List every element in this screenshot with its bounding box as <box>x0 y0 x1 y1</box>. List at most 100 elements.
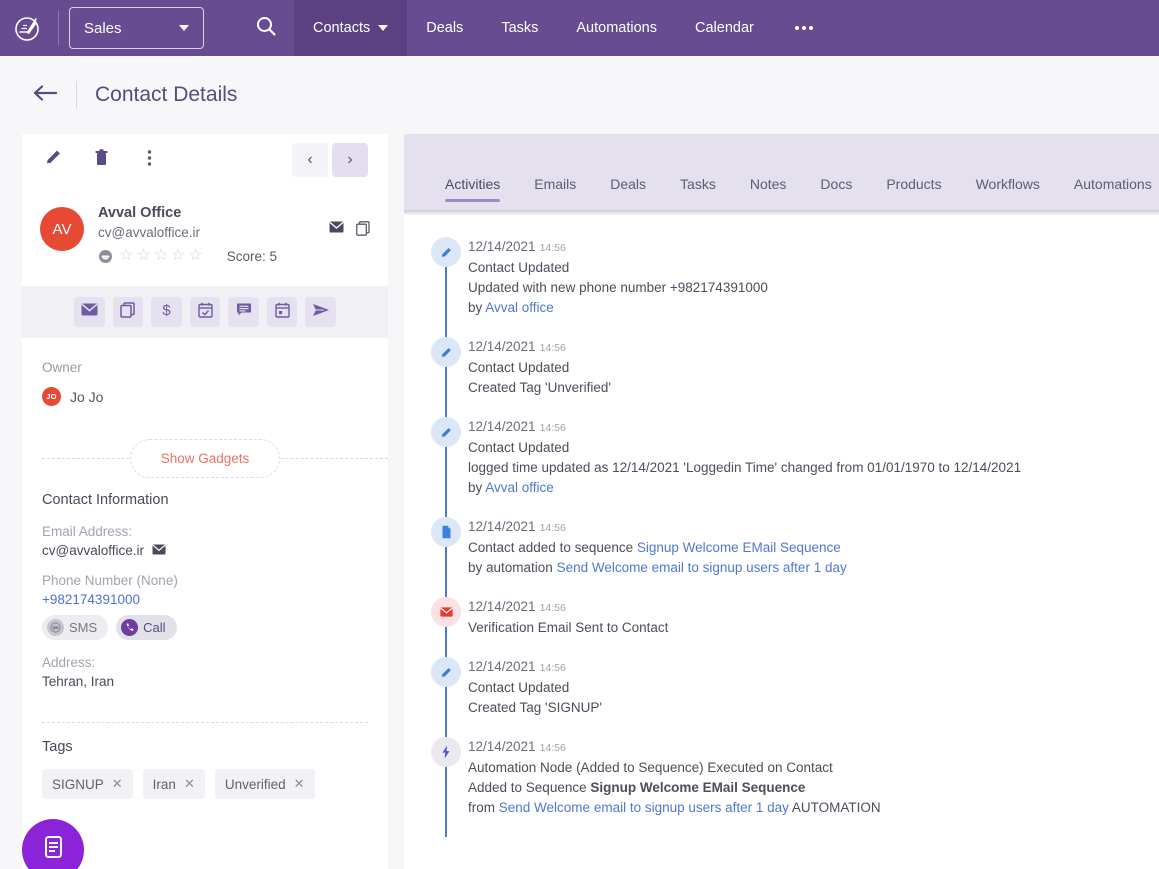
add-task-action[interactable] <box>189 297 221 328</box>
timeline-detail-prefix: Added to Sequence <box>468 780 591 795</box>
timeline-timestamp: 12/14/2021 14:56 <box>468 599 668 614</box>
timeline-time: 14:56 <box>539 602 566 614</box>
top-navigation-bar: Sales Contacts Deals Tasks Automations C… <box>0 0 1159 56</box>
star-icon[interactable]: ☆ <box>154 248 168 264</box>
contact-rating: ☆ ☆ ☆ ☆ ☆ Score: 5 <box>98 248 370 264</box>
add-deal-action[interactable]: $ <box>151 297 182 328</box>
timeline-sequence-link[interactable]: Signup Welcome EMail Sequence <box>637 540 841 555</box>
tab-docs[interactable]: Docs <box>803 176 869 210</box>
remove-tag-icon[interactable]: ✕ <box>184 776 195 792</box>
star-rating[interactable]: ☆ ☆ ☆ ☆ ☆ <box>119 248 203 264</box>
duplicate-action[interactable] <box>112 297 144 328</box>
contact-summary-panel: ‹ › AV Avval Office cv@avvaloffice.ir ☆ … <box>22 134 388 869</box>
star-icon[interactable]: ☆ <box>171 248 185 264</box>
tab-tasks[interactable]: Tasks <box>663 176 733 210</box>
primary-nav-items: Contacts Deals Tasks Automations Calenda… <box>294 0 835 56</box>
owner-row[interactable]: JO Jo Jo <box>42 387 368 407</box>
avatar: AV <box>40 207 84 251</box>
smiley-icon[interactable] <box>98 249 113 264</box>
timeline-gutter <box>424 517 468 597</box>
tab-label: Notes <box>749 176 787 192</box>
timeline-item: 12/14/2021 14:56 Contact Updated logged t… <box>404 417 1159 517</box>
avatar-initials: AV <box>52 220 72 238</box>
call-button[interactable]: Call <box>116 615 177 641</box>
timeline-date: 12/14/2021 <box>468 339 536 354</box>
remove-tag-icon[interactable]: ✕ <box>294 776 305 792</box>
back-arrow-icon <box>32 84 58 107</box>
tag-item[interactable]: Iran ✕ <box>142 769 205 800</box>
timeline-title: Contact added to sequence Signup Welcome… <box>468 540 847 555</box>
back-button[interactable] <box>32 84 58 107</box>
call-label: Call <box>143 620 166 636</box>
nav-item-deals[interactable]: Deals <box>407 0 482 56</box>
phone-value[interactable]: +982174391000 <box>42 592 368 607</box>
star-icon[interactable]: ☆ <box>188 248 202 264</box>
logo-divider <box>58 11 59 45</box>
tab-products[interactable]: Products <box>869 176 958 210</box>
dollar-icon: $ <box>160 301 173 324</box>
add-note-action[interactable] <box>228 297 259 328</box>
tab-deals[interactable]: Deals <box>593 176 663 210</box>
nav-more-button[interactable] <box>773 0 835 56</box>
copy-icon[interactable] <box>356 221 370 236</box>
send-campaign-action[interactable] <box>305 297 337 328</box>
envelope-icon[interactable] <box>152 543 166 558</box>
timeline-detail: logged time updated as 12/14/2021 'Logge… <box>468 460 1022 475</box>
show-gadgets-button[interactable]: Show Gadgets <box>129 438 281 478</box>
pencil-icon <box>431 417 461 447</box>
activity-timeline: 12/14/2021 14:56 Contact Updated Updated … <box>404 215 1159 869</box>
search-button[interactable] <box>238 0 294 56</box>
tag-item[interactable]: Unverified ✕ <box>214 769 315 800</box>
timeline-automation-link[interactable]: Send Welcome email to signup users after… <box>499 800 789 815</box>
nav-item-tasks[interactable]: Tasks <box>482 0 557 56</box>
timeline-time: 14:56 <box>539 422 566 434</box>
timeline-attr-link[interactable]: Avval office <box>485 480 554 495</box>
timeline-time: 14:56 <box>539 662 566 674</box>
app-selector-dropdown[interactable]: Sales <box>69 7 204 49</box>
remove-tag-icon[interactable]: ✕ <box>112 776 123 792</box>
chat-widget-icon <box>38 833 68 868</box>
send-email-icon[interactable] <box>329 221 344 236</box>
app-logo[interactable] <box>0 0 56 56</box>
timeline-attr-prefix: by <box>468 300 486 315</box>
svg-text:$: $ <box>162 302 171 319</box>
timeline-attr-prefix: by <box>468 480 486 495</box>
note-icon <box>236 302 252 322</box>
pencil-icon <box>431 657 461 687</box>
timeline-gutter <box>424 337 468 417</box>
nav-item-contacts[interactable]: Contacts <box>294 0 408 56</box>
tab-activities[interactable]: Activities <box>428 176 517 210</box>
tag-item[interactable]: SIGNUP ✕ <box>42 769 133 800</box>
send-email-action[interactable] <box>74 297 105 328</box>
edit-contact-button[interactable] <box>36 143 70 177</box>
timeline-automation-link[interactable]: Send Welcome email to signup users after… <box>557 560 847 575</box>
timeline-gutter <box>424 657 468 737</box>
timeline-date: 12/14/2021 <box>468 599 536 614</box>
timeline-sequence-name: Signup Welcome EMail Sequence <box>590 780 806 795</box>
tab-emails[interactable]: Emails <box>517 176 593 210</box>
previous-contact-button[interactable]: ‹ <box>292 143 328 177</box>
contact-more-menu-button[interactable] <box>132 143 166 177</box>
nav-item-calendar[interactable]: Calendar <box>676 0 773 56</box>
sms-button[interactable]: SMS <box>42 615 109 641</box>
tab-workflows[interactable]: Workflows <box>959 176 1057 210</box>
chat-widget-button[interactable] <box>22 819 84 869</box>
timeline-date: 12/14/2021 <box>468 739 536 754</box>
chevron-right-icon: › <box>347 151 353 168</box>
envelope-icon <box>431 597 461 627</box>
delete-contact-button[interactable] <box>84 143 118 177</box>
next-contact-button[interactable]: › <box>332 143 368 177</box>
phone-field: Phone Number (None) +982174391000 SMS Ca… <box>42 573 368 641</box>
task-calendar-icon <box>197 302 213 323</box>
pencil-icon <box>431 337 461 367</box>
timeline-gutter <box>424 417 468 517</box>
calendar-icon <box>274 302 290 323</box>
tab-automations[interactable]: Automations <box>1057 176 1159 210</box>
tab-notes[interactable]: Notes <box>733 176 804 210</box>
star-icon[interactable]: ☆ <box>136 248 150 264</box>
star-icon[interactable]: ☆ <box>119 248 133 264</box>
timeline-item: 12/14/2021 14:56 Contact added to sequenc… <box>404 517 1159 597</box>
nav-item-automations[interactable]: Automations <box>557 0 676 56</box>
timeline-attr-link[interactable]: Avval office <box>485 300 554 315</box>
add-event-action[interactable] <box>266 297 298 328</box>
